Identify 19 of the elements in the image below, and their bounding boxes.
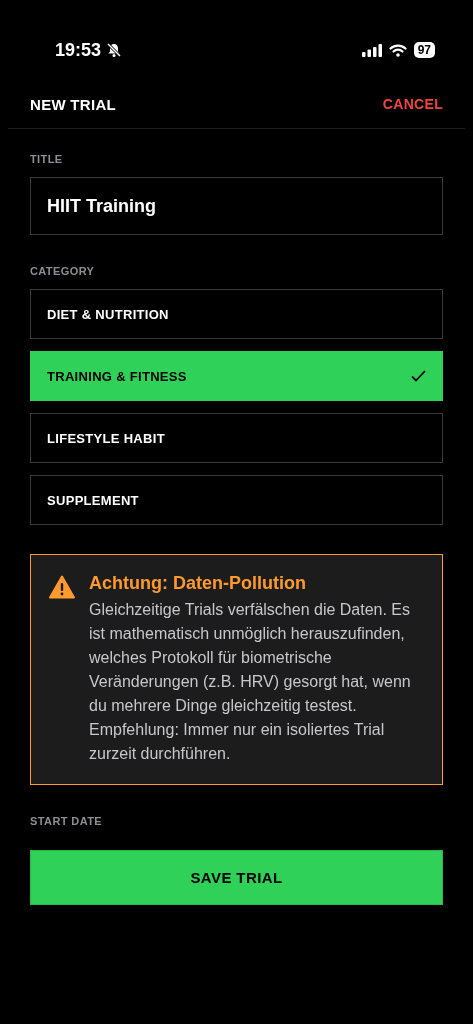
warning-icon	[49, 575, 75, 599]
category-option[interactable]: TRAINING & FITNESS	[30, 351, 443, 401]
field-label: START DATE	[30, 815, 103, 827]
category-option[interactable]: SUPPLEMENT	[30, 475, 443, 525]
category-option[interactable]: DIET & NUTRITION	[30, 289, 443, 339]
signal-icon	[361, 43, 382, 57]
category-option[interactable]: LIFESTYLE HABIT	[30, 413, 443, 463]
warning-text: Gleichzeitige Trials verfälschen die Daten. Es ist mathematisch unmöglich herauszufinden, welches Protokoll für biometrische Veränderungen (z.B. HRV) gesorgt hat, wenn du mehrere Dinge gleichzeitig testest. Empfehlung: Immer nur ein isoliertes Trial zurzeit durchführen.	[89, 600, 412, 764]
checkmark-icon	[411, 370, 426, 382]
battery-indicator: 97	[413, 42, 435, 58]
field-label: CATEGORY	[30, 265, 95, 277]
save-button[interactable]: SAVE TRIAL	[30, 850, 443, 905]
status-time: 19:53	[55, 39, 102, 61]
title-input[interactable]: HIIT Training	[30, 177, 443, 235]
screen-title: NEW TRIAL	[30, 95, 117, 113]
wifi-icon	[388, 43, 407, 57]
warning-title: Achtung: Daten-Pollution	[89, 573, 306, 593]
field-label: TITLE	[30, 153, 63, 165]
cancel-button[interactable]: CANCEL	[382, 96, 443, 112]
